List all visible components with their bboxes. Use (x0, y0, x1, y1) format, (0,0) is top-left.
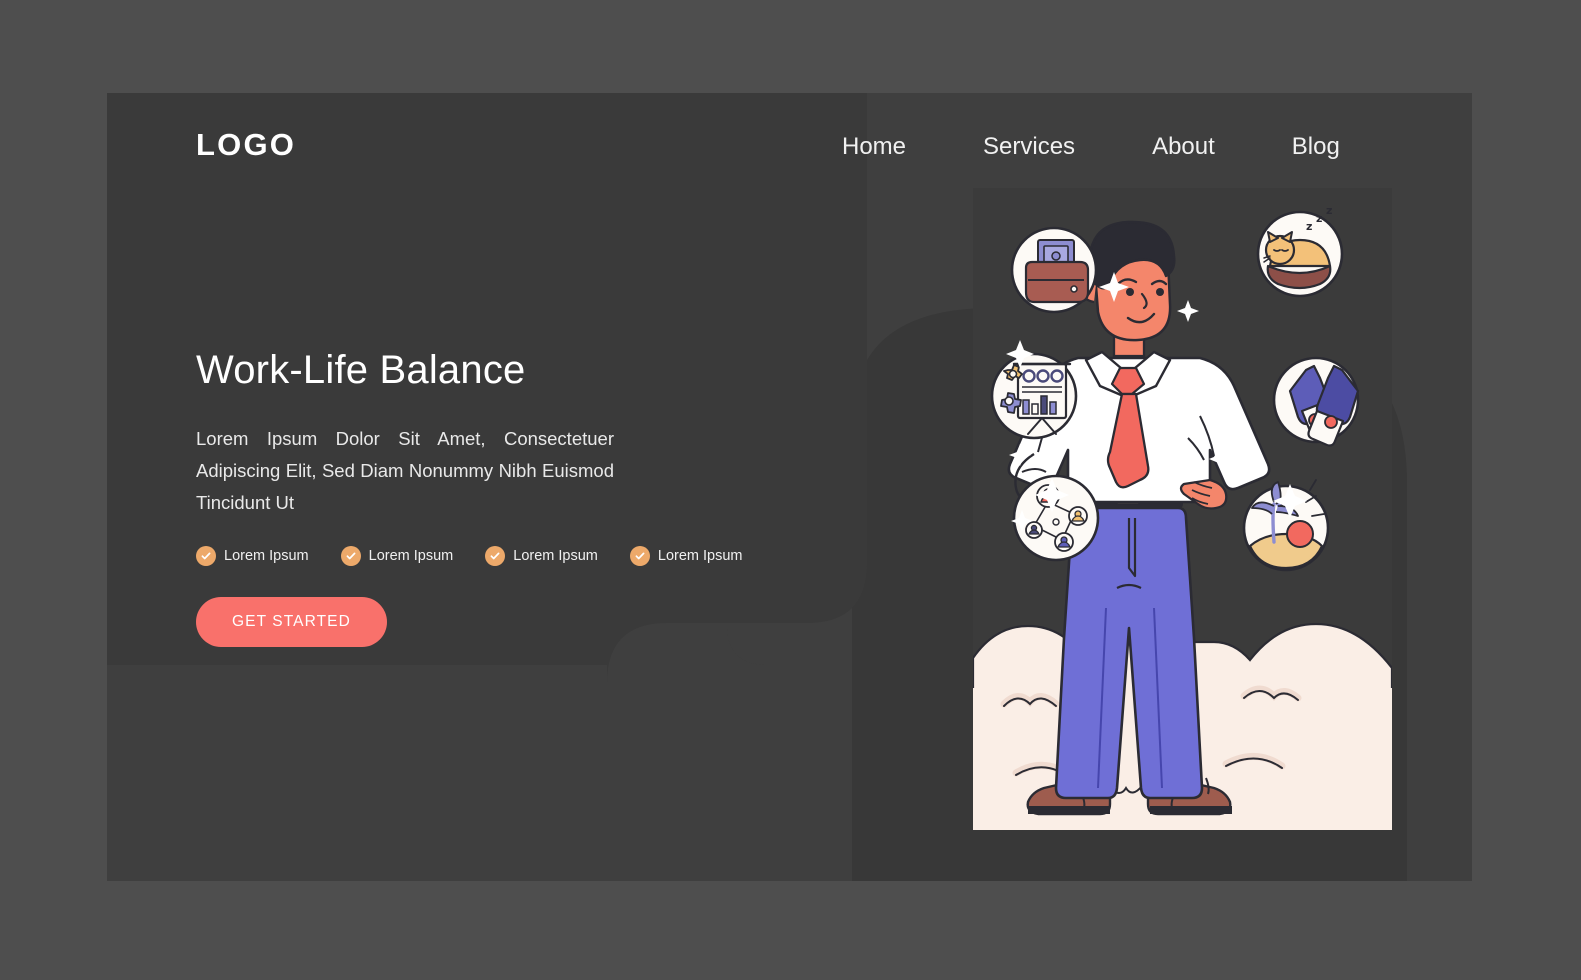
hero-illustration: z z z (866, 188, 1392, 830)
chart-presentation-gears-icon (990, 352, 1078, 440)
feature-item-3: Lorem Ipsum (485, 546, 598, 567)
feature-item-4: Lorem Ipsum (629, 546, 743, 567)
feature-item-1: Lorem Ipsum (196, 546, 309, 567)
check-icon (340, 546, 361, 567)
feature-item-2: Lorem Ipsum (340, 546, 454, 567)
check-icon (485, 546, 506, 567)
feature-list: Lorem Ipsum Lorem Ipsum Lorem Ipsum Lore… (196, 546, 756, 567)
feature-label: Lorem Ipsum (513, 548, 598, 565)
logo[interactable]: LOGO (196, 129, 296, 160)
feature-label: Lorem Ipsum (657, 548, 743, 565)
hero-content: Work-Life Balance Lorem Ipsum Dolor Sit … (196, 348, 756, 648)
page-title: Work-Life Balance (196, 348, 526, 392)
wallet-money-icon (1010, 226, 1098, 314)
feature-label: Lorem Ipsum (368, 548, 454, 565)
page-root: LOGO Home Services About Blog Work-Life … (0, 0, 1581, 980)
check-icon (629, 546, 650, 567)
nav-item-blog[interactable]: Blog (1292, 133, 1340, 161)
main-nav: Home Services About Blog (842, 133, 1340, 161)
hero-body-text: Lorem Ipsum Dolor Sit Amet, Consectetuer… (196, 428, 614, 513)
nav-item-services[interactable]: Services (983, 133, 1075, 161)
feature-label: Lorem Ipsum (224, 548, 309, 565)
check-icon (196, 546, 216, 567)
nav-item-about[interactable]: About (1152, 133, 1215, 161)
svg-text:z: z (1306, 220, 1312, 233)
hero-card: LOGO Home Services About Blog Work-Life … (107, 93, 1472, 881)
site-header: LOGO Home Services About Blog (107, 93, 1472, 218)
nav-item-home[interactable]: Home (842, 133, 906, 161)
get-started-button[interactable]: GET STARTED (196, 597, 387, 648)
